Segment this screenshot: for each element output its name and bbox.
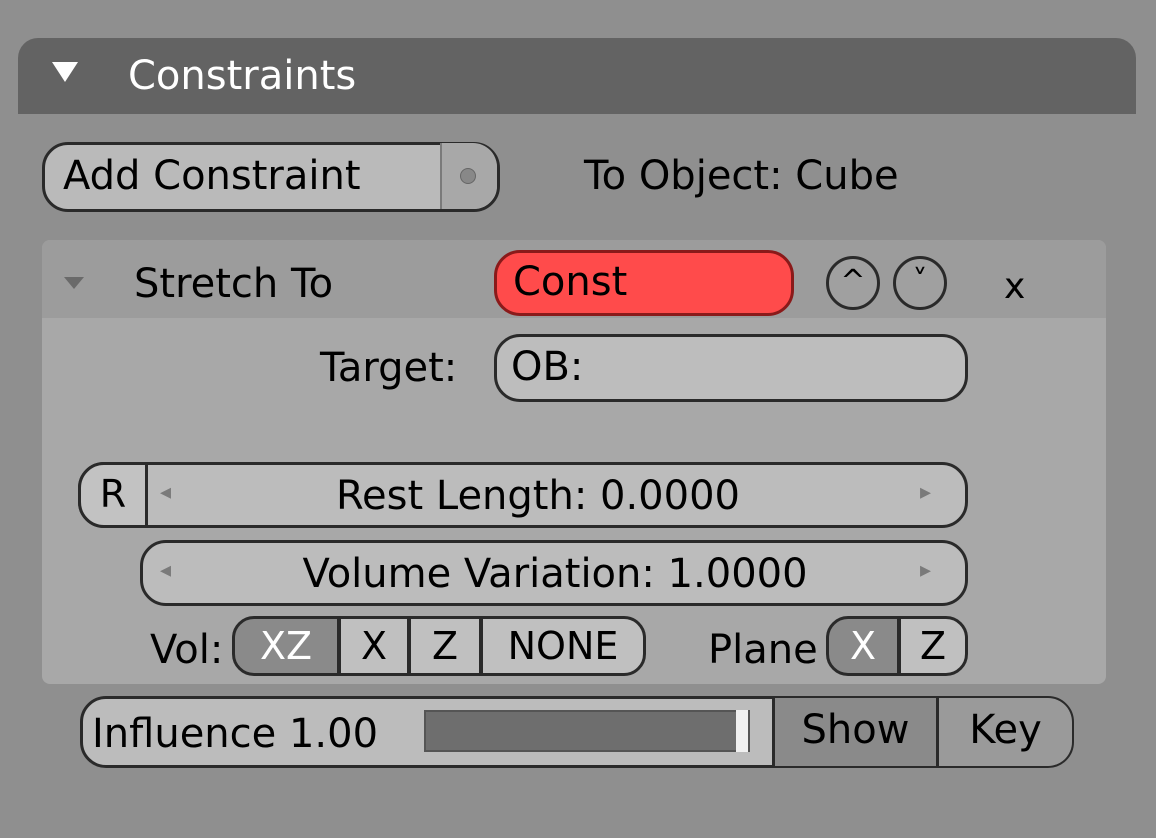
to-object-label: To Object: Cube [584, 153, 899, 199]
chevron-down-icon: ˅ [912, 264, 928, 299]
key-button[interactable]: Key [936, 698, 1072, 766]
influence-label: Influence 1.00 [92, 711, 379, 757]
move-up-button[interactable]: ^ [826, 256, 880, 310]
vol-option-x[interactable]: X [338, 616, 410, 676]
vol-option-z[interactable]: Z [408, 616, 482, 676]
menu-dot-icon [460, 168, 476, 184]
target-label: Target: [320, 345, 458, 391]
chevron-up-icon: ^ [840, 264, 866, 299]
constraint-type-label: Stretch To [134, 261, 334, 307]
vol-label: Vol: [150, 627, 224, 673]
plane-option-x[interactable]: X [826, 616, 900, 676]
constraint-collapse-icon[interactable] [64, 277, 84, 289]
plane-label: Plane [708, 627, 818, 673]
move-down-button[interactable]: ˅ [893, 256, 947, 310]
target-object-field[interactable]: OB: [494, 334, 968, 402]
reset-rest-length-button[interactable]: R [78, 462, 148, 528]
influence-slider-fill [426, 712, 736, 750]
influence-slider-handle[interactable] [736, 710, 748, 752]
vol-option-none[interactable]: NONE [480, 616, 646, 676]
vol-option-xz[interactable]: XZ [232, 616, 340, 676]
rest-length-value: Rest Length: 0.0000 [336, 473, 740, 519]
panel-title: Constraints [128, 53, 357, 99]
delete-constraint-button[interactable]: x [1004, 262, 1025, 312]
collapse-triangle-icon[interactable] [52, 62, 78, 82]
volume-variation-value: Volume Variation: 1.0000 [302, 551, 808, 597]
add-constraint-button[interactable]: Add Constraint [42, 142, 500, 212]
plane-option-z[interactable]: Z [898, 616, 968, 676]
show-button[interactable]: Show [772, 698, 936, 766]
constraint-name-field[interactable]: Const [494, 250, 794, 316]
